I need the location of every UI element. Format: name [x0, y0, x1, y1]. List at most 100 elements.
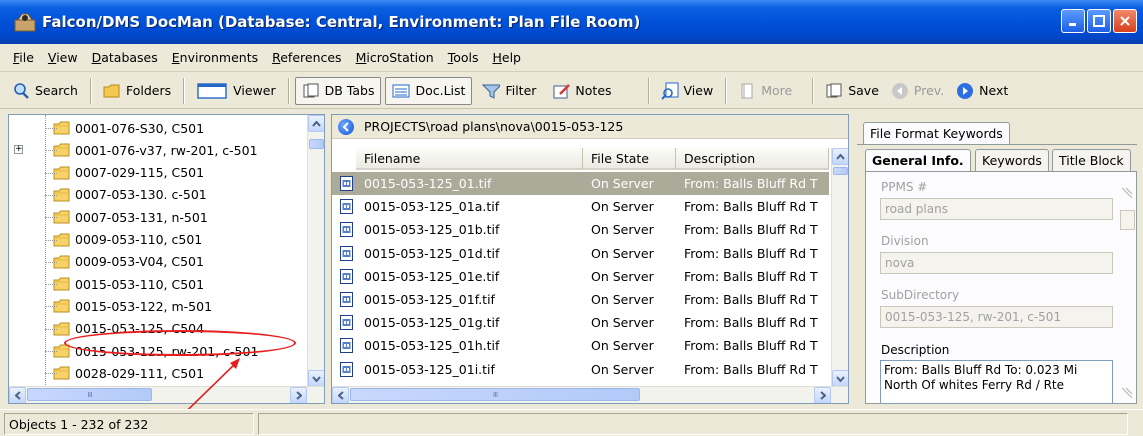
tree-item[interactable]: 0009-053-V04, C501	[53, 252, 204, 272]
panel-scrollbar[interactable]	[1118, 180, 1136, 404]
table-row[interactable]: 0015-053-125_01f.tif On Server From: Balls…	[332, 288, 829, 311]
division-field[interactable]: nova	[880, 252, 1113, 274]
doc-list-button[interactable]: Doc.List	[385, 76, 473, 105]
tab-label: Title Block	[1059, 153, 1124, 168]
scroll-thumb[interactable]: ııı	[350, 388, 640, 401]
ppms-label: PPMS #	[881, 180, 928, 194]
folders-button[interactable]: Folders	[97, 77, 177, 105]
column-header-description[interactable]: Description	[676, 148, 829, 170]
table-row[interactable]: 0015-053-125_01i.tif On Server From: Balls…	[332, 358, 829, 381]
menu-view[interactable]: View	[41, 50, 85, 65]
table-row[interactable]: 0015-053-125_01e.tif On Server From: Balls…	[332, 265, 829, 288]
tree-item[interactable]: 0007-053-131, n-501	[53, 207, 208, 227]
folders-label: Folders	[125, 83, 172, 98]
status-pane-empty	[258, 413, 1128, 435]
table-row[interactable]: 0015-053-125_01h.tif On Server From: Balls…	[332, 334, 829, 357]
save-icon	[825, 82, 843, 100]
more-label: More	[761, 83, 793, 98]
file-state-cell: On Server	[591, 268, 654, 284]
tab-keywords[interactable]: Keywords	[975, 149, 1049, 171]
menu-microstation[interactable]: MicroStation	[349, 50, 441, 65]
tab-general-info[interactable]: General Info.	[865, 149, 971, 171]
file-state-cell: On Server	[591, 361, 654, 377]
tree-connector	[45, 150, 57, 152]
next-button[interactable]: Next	[950, 77, 1014, 105]
scroll-left-button[interactable]	[9, 387, 26, 403]
description-field[interactable]: From: Balls Bluff Rd To: 0.023 Mi North …	[880, 360, 1113, 404]
column-header-file-state[interactable]: File State	[583, 148, 676, 170]
tree-item[interactable]: 0001-076-v37, rw-201, c-501	[53, 140, 258, 160]
db-tabs-button[interactable]: DB Tabs	[294, 76, 382, 105]
menu-help[interactable]: Help	[485, 50, 528, 65]
menu-file[interactable]: File	[6, 50, 41, 65]
scroll-up-button[interactable]	[832, 148, 848, 165]
tree-item-label: 0007-053-131, n-501	[75, 209, 208, 225]
scroll-thumb[interactable]	[1120, 210, 1135, 230]
tab-title-block[interactable]: Title Block	[1052, 149, 1131, 171]
tree-item[interactable]: 0015-053-110, C501	[53, 274, 204, 294]
scroll-right-button[interactable]	[290, 387, 307, 403]
tree-item[interactable]: 0015-053-122, m-501	[53, 296, 212, 316]
list-horizontal-scrollbar[interactable]: ııı	[332, 386, 848, 403]
view-button[interactable]: View	[655, 77, 720, 105]
description-cell: From: Balls Bluff Rd T	[684, 199, 818, 215]
close-icon	[1120, 16, 1130, 26]
tree-connector	[45, 115, 46, 387]
scroll-thumb[interactable]	[309, 139, 324, 149]
tree-item[interactable]: 0007-029-115, C501	[53, 163, 204, 183]
table-row[interactable]: 0015-053-125_01a.tif On Server From: Balls…	[332, 195, 829, 218]
column-header-filename[interactable]: Filename	[356, 148, 583, 170]
filter-button[interactable]: Filter	[476, 77, 542, 105]
notes-button[interactable]: Notes	[546, 77, 617, 105]
table-row[interactable]: 0015-053-125_01g.tif On Server From: Balls…	[332, 311, 829, 334]
menu-label: ile	[19, 50, 34, 65]
list-vertical-scrollbar[interactable]	[831, 148, 848, 387]
more-icon	[738, 82, 756, 100]
prev-arrow-icon	[891, 82, 909, 100]
grip-icon: ııı	[87, 389, 92, 400]
menu-databases[interactable]: Databases	[85, 50, 165, 65]
annotation-highlight-ellipse	[64, 330, 296, 356]
table-row[interactable]: 0015-053-125_01b.tif On Server From: Balls…	[332, 218, 829, 241]
tree-item[interactable]: 0001-076-S30, C501	[53, 118, 204, 138]
viewer-button[interactable]: Viewer	[190, 77, 282, 105]
scroll-down-button[interactable]	[308, 370, 324, 387]
minimize-button[interactable]	[1061, 9, 1085, 33]
table-row[interactable]: 0015-053-125_01d.tif On Server From: Balls…	[332, 242, 829, 265]
chevron-down-icon	[312, 375, 321, 382]
table-row[interactable]: 0015-053-125_01.tif On Server From: Balls …	[332, 172, 829, 195]
document-list[interactable]: PROJECTS\road plans\nova\0015-053-125 Fi…	[331, 114, 849, 404]
division-label: Division	[881, 234, 929, 248]
tab-file-format-keywords[interactable]: File Format Keywords	[863, 122, 1010, 144]
back-button[interactable]	[338, 118, 354, 135]
window-title: Falcon/DMS DocMan (Database: Central, En…	[42, 13, 641, 31]
tree-item[interactable]: 0009-053-110, c501	[53, 230, 202, 250]
more-button[interactable]: More	[732, 77, 798, 105]
menu-references[interactable]: References	[265, 50, 348, 65]
scroll-right-button[interactable]	[814, 387, 831, 403]
prev-button[interactable]: Prev.	[885, 77, 950, 105]
ppms-field[interactable]: road plans	[880, 198, 1113, 220]
scroll-down-button[interactable]	[832, 370, 848, 387]
tree-expand-button[interactable]: +	[14, 145, 23, 155]
close-button[interactable]	[1113, 9, 1137, 33]
tree-item-label: 0001-076-v37, rw-201, c-501	[75, 142, 258, 158]
db-tabs-label: DB Tabs	[324, 83, 375, 98]
scroll-up-button[interactable]	[308, 115, 324, 132]
description-cell: From: Balls Bluff Rd T	[684, 268, 818, 284]
column-header-label: Filename	[364, 150, 421, 166]
scroll-left-button[interactable]	[332, 387, 349, 403]
tree-vertical-scrollbar[interactable]	[307, 115, 324, 387]
scroll-thumb[interactable]: ııı	[27, 388, 152, 401]
maximize-button[interactable]	[1087, 9, 1111, 33]
tif-file-icon	[340, 361, 353, 377]
tree-item-label: 0007-029-115, C501	[75, 165, 205, 181]
menu-tools[interactable]: Tools	[441, 50, 486, 65]
tree-connector	[45, 351, 57, 352]
search-button[interactable]: Search	[6, 77, 84, 105]
subdirectory-field[interactable]: 0015-053-125, rw-201, c-501	[880, 306, 1113, 328]
tree-item[interactable]: 0007-053-130. c-501	[53, 185, 207, 205]
scroll-thumb[interactable]	[833, 167, 848, 175]
save-button[interactable]: Save	[819, 77, 885, 105]
menu-environments[interactable]: Environments	[165, 50, 265, 65]
